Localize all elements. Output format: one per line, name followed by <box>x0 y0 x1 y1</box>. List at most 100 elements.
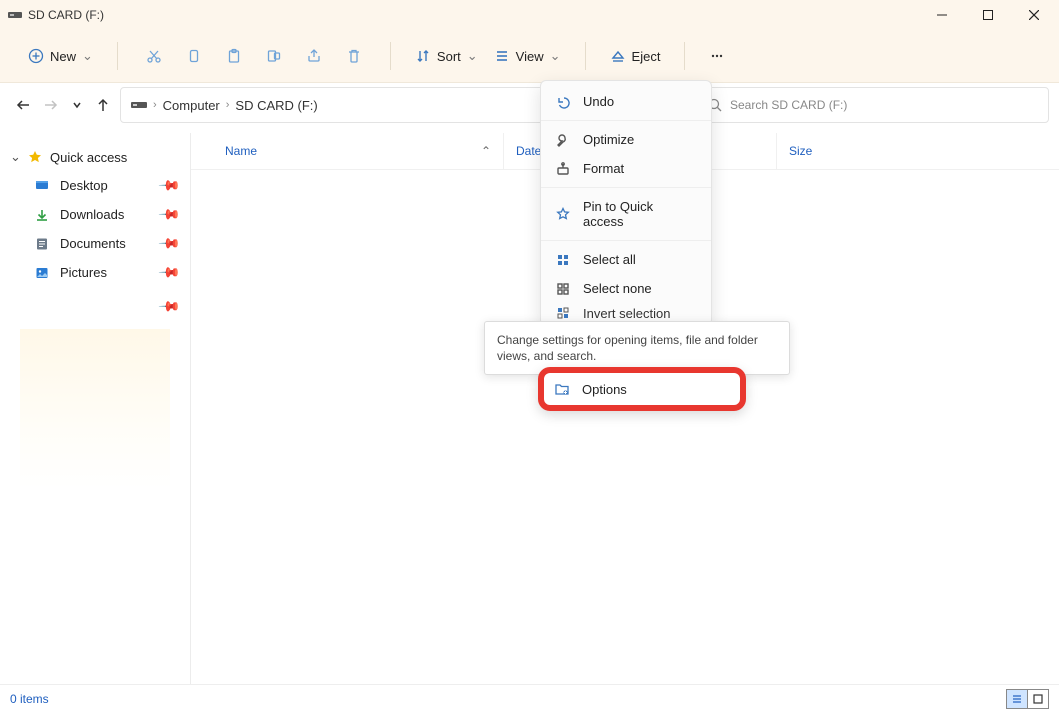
cut-button[interactable] <box>134 44 174 68</box>
sidebar-item-label: Documents <box>60 236 126 251</box>
tooltip-text: Change settings for opening items, file … <box>497 333 758 363</box>
column-name[interactable]: Name ⌃ <box>191 133 504 169</box>
new-label: New <box>50 49 76 64</box>
nav-row: › Computer › SD CARD (F:) Search SD CARD… <box>0 83 1059 133</box>
sidebar-item-downloads[interactable]: Downloads 📌 <box>0 200 190 229</box>
sidebar-quick-access[interactable]: ⌄ Quick access <box>0 143 190 171</box>
eject-label: Eject <box>632 49 661 64</box>
folder-options-icon <box>554 381 570 397</box>
sidebar-item-label: Desktop <box>60 178 108 193</box>
pin-icon: 📌 <box>157 294 181 318</box>
options-label: Options <box>582 382 627 397</box>
column-size[interactable]: Size <box>777 133 869 169</box>
document-icon <box>34 237 50 251</box>
toolbar: New ⌄ <box>0 30 1059 82</box>
close-button[interactable] <box>1011 0 1057 30</box>
paste-button[interactable] <box>214 44 254 68</box>
sidebar-item-desktop[interactable]: Desktop 📌 <box>0 171 190 200</box>
recent-locations-button[interactable] <box>72 100 82 110</box>
ctx-optimize[interactable]: Optimize <box>541 125 711 154</box>
sidebar-faded-area <box>20 329 170 489</box>
sort-icon <box>415 48 431 64</box>
view-button[interactable]: View ⌄ <box>486 44 569 68</box>
column-size-label: Size <box>789 144 812 158</box>
ctx-undo[interactable]: Undo <box>541 87 711 116</box>
sidebar-item-label: Downloads <box>60 207 124 222</box>
chevron-down-icon: ⌄ <box>82 48 93 64</box>
ellipsis-icon <box>709 48 725 64</box>
search-input[interactable]: Search SD CARD (F:) <box>697 87 1049 123</box>
sidebar: ⌄ Quick access Desktop 📌 Downloads 📌 <box>0 133 191 684</box>
pin-icon: 📌 <box>157 231 181 255</box>
up-button[interactable] <box>96 98 110 112</box>
sidebar-item-pictures[interactable]: Pictures 📌 <box>0 258 190 287</box>
pin-icon: 📌 <box>157 260 181 284</box>
invert-icon <box>555 306 571 319</box>
ctx-options-highlighted[interactable]: Options <box>538 367 746 411</box>
star-icon <box>555 207 571 221</box>
view-label: View <box>516 49 544 64</box>
column-name-label: Name <box>225 144 257 158</box>
ctx-label: Optimize <box>583 132 634 147</box>
share-icon <box>306 48 322 64</box>
copy-button[interactable] <box>174 44 214 68</box>
trash-icon <box>346 48 362 64</box>
ctx-select-none[interactable]: Select none <box>541 274 711 303</box>
maximize-button[interactable] <box>965 0 1011 30</box>
rename-button[interactable] <box>254 44 294 68</box>
view-details-button[interactable] <box>1007 690 1027 708</box>
chevron-down-icon: ⌄ <box>467 48 478 64</box>
ctx-format[interactable]: Format <box>541 154 711 183</box>
download-icon <box>34 208 50 222</box>
context-menu: Undo Optimize Format Pin to Quick access <box>540 80 712 326</box>
chevron-right-icon: › <box>226 99 230 111</box>
desktop-icon <box>34 179 50 193</box>
rename-icon <box>266 48 282 64</box>
wrench-icon <box>555 133 571 147</box>
new-button[interactable]: New ⌄ <box>20 44 101 68</box>
window-title: SD CARD (F:) <box>28 8 104 22</box>
ctx-label: Pin to Quick access <box>583 199 697 229</box>
view-toggle <box>1006 689 1049 709</box>
ctx-label: Invert selection <box>583 306 670 320</box>
sidebar-header-label: Quick access <box>50 150 127 165</box>
format-icon <box>555 162 571 176</box>
drive-icon <box>8 10 22 20</box>
status-item-count: 0 items <box>10 692 49 706</box>
ctx-label: Select none <box>583 281 652 296</box>
eject-button[interactable]: Eject <box>602 44 669 68</box>
crumb-root[interactable]: Computer <box>163 98 220 113</box>
grid-view-icon <box>1032 693 1044 705</box>
share-button[interactable] <box>294 44 334 68</box>
crumb-current[interactable]: SD CARD (F:) <box>235 98 317 113</box>
back-button[interactable] <box>16 98 30 112</box>
undo-icon <box>555 95 571 109</box>
titlebar: SD CARD (F:) <box>0 0 1059 30</box>
search-placeholder: Search SD CARD (F:) <box>730 98 847 112</box>
minimize-button[interactable] <box>919 0 965 30</box>
eject-icon <box>610 48 626 64</box>
sidebar-item-blank[interactable]: 📌 <box>0 287 190 325</box>
ctx-pin[interactable]: Pin to Quick access <box>541 192 711 236</box>
view-thumbnails-button[interactable] <box>1027 690 1048 708</box>
sidebar-item-documents[interactable]: Documents 📌 <box>0 229 190 258</box>
forward-button[interactable] <box>44 98 58 112</box>
window: SD CARD (F:) New ⌄ <box>0 0 1059 713</box>
pin-icon: 📌 <box>157 173 181 197</box>
sidebar-item-label: Pictures <box>60 265 107 280</box>
sort-caret-icon: ⌃ <box>481 144 491 158</box>
pictures-icon <box>34 266 50 280</box>
sort-button[interactable]: Sort ⌄ <box>407 44 486 68</box>
pin-icon: 📌 <box>157 202 181 226</box>
more-button[interactable] <box>701 44 733 68</box>
nav-arrows <box>10 98 110 112</box>
delete-button[interactable] <box>334 44 374 68</box>
select-none-icon <box>555 282 571 296</box>
chevron-right-icon: › <box>153 99 157 111</box>
chevron-down-icon: ⌄ <box>10 149 20 165</box>
ctx-select-all[interactable]: Select all <box>541 245 711 274</box>
scissors-icon <box>146 48 162 64</box>
paste-icon <box>226 48 242 64</box>
list-view-icon <box>1011 693 1023 705</box>
ctx-invert[interactable]: Invert selection <box>541 303 711 319</box>
